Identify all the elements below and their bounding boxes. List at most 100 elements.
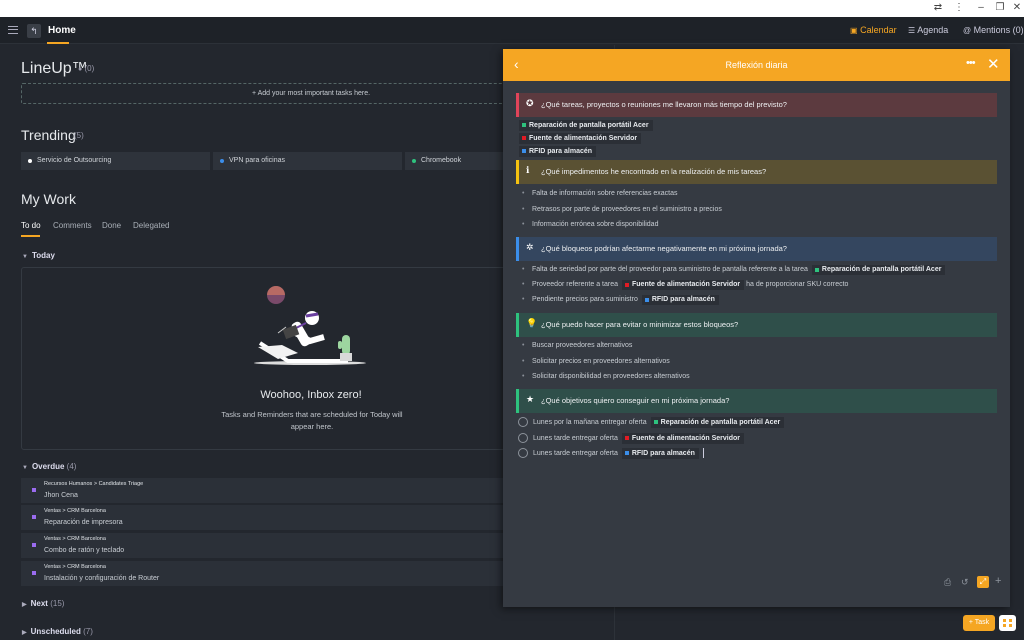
tab-home[interactable]: Home bbox=[48, 25, 76, 36]
task-name: Jhon Cena bbox=[44, 492, 78, 499]
close-window-button[interactable]: ✕ bbox=[1010, 2, 1024, 14]
tag-label: Reparación de pantalla portátil Acer bbox=[529, 122, 649, 129]
info-icon: ℹ bbox=[526, 165, 530, 175]
trending-item[interactable]: Chromebook bbox=[405, 152, 503, 170]
question-text: ¿Qué bloqueos podrían afectarme negativa… bbox=[541, 244, 787, 253]
checkbox-circle[interactable] bbox=[518, 433, 528, 444]
task-name: Combo de ratón y teclado bbox=[44, 547, 125, 554]
trending-item[interactable]: Servicio de Outsourcing bbox=[21, 152, 210, 170]
tab-todo-indicator bbox=[21, 235, 40, 237]
today-section-toggle[interactable]: ▼ Today bbox=[22, 251, 55, 260]
task-tag[interactable]: Reparación de pantalla portátil Acer bbox=[811, 265, 946, 275]
breadcrumb-project: Ventas bbox=[44, 536, 61, 542]
question-accent-bar bbox=[516, 313, 519, 337]
answer-bullet[interactable]: • Proveedor referente a tarea Fuente de al… bbox=[522, 280, 848, 290]
hamburger-menu-icon[interactable] bbox=[8, 26, 18, 34]
info-icon: ● bbox=[78, 66, 83, 73]
top-navbar: ↰ Home ▣ Calendar ☰ Agenda @ Mentions (0… bbox=[0, 17, 1024, 44]
checkbox-circle[interactable] bbox=[518, 417, 528, 428]
gear-icon: ✪ bbox=[526, 98, 534, 108]
goal-text[interactable]: Lunes tarde entregar oferta bbox=[533, 435, 618, 442]
list-icon: ☰ bbox=[908, 26, 916, 35]
question-accent-bar bbox=[516, 160, 519, 184]
restore-button[interactable]: ❐ bbox=[993, 2, 1007, 14]
task-tag[interactable]: Fuente de alimentación Servidor bbox=[622, 280, 745, 290]
task-tag[interactable]: RFID para almacén bbox=[519, 146, 597, 157]
minimize-button[interactable]: – bbox=[974, 2, 988, 14]
today-label: Today bbox=[31, 251, 55, 260]
trending-count: (5) bbox=[74, 131, 84, 140]
color-dot bbox=[412, 159, 416, 163]
task-tag[interactable]: Fuente de alimentación Servidor bbox=[621, 433, 744, 444]
task-tag[interactable]: RFID para almacén bbox=[621, 448, 699, 459]
color-dot bbox=[28, 159, 32, 163]
inbox-zero-subtitle: Tasks and Reminders that are scheduled f… bbox=[221, 410, 403, 431]
unscheduled-section-toggle[interactable]: ▶ Unscheduled (7) bbox=[22, 627, 93, 636]
new-task-button[interactable]: + Task bbox=[963, 615, 995, 631]
agenda-link[interactable]: ☰ Agenda bbox=[908, 25, 948, 35]
expand-icon[interactable]: ⤢ bbox=[977, 576, 989, 588]
goal-text[interactable]: Lunes por la mañana entregar oferta bbox=[533, 419, 647, 426]
history-icon[interactable]: ↺ bbox=[961, 577, 969, 588]
apps-grid-icon[interactable] bbox=[999, 615, 1016, 631]
add-lineup-placeholder: Add your most important tasks here. bbox=[257, 90, 371, 97]
answer-bullet[interactable]: • Información errónea sobre disponibilida… bbox=[522, 220, 658, 230]
answer-bullet[interactable]: • Falta de seriedad por parte del proveed… bbox=[522, 265, 946, 275]
trending-title: Trending bbox=[21, 127, 76, 143]
tag-label: Fuente de alimentación Servidor bbox=[529, 135, 638, 142]
tab-delegated[interactable]: Delegated bbox=[133, 221, 169, 230]
print-icon[interactable]: ⎙ bbox=[944, 577, 951, 588]
lineup-count: ● (0) bbox=[78, 64, 94, 73]
answer-text: Solicitar precios en proveedores alterna… bbox=[532, 358, 670, 365]
mywork-title: My Work bbox=[21, 191, 76, 207]
back-arrow-icon[interactable]: ↰ bbox=[27, 24, 41, 38]
question-text: ¿Qué objetivos quiero conseguir en mi pr… bbox=[541, 396, 730, 405]
caret-down-icon: ▼ bbox=[22, 254, 28, 260]
window-menu-button[interactable]: ⋮ bbox=[952, 2, 966, 14]
answer-bullet[interactable]: • Solicitar disponibilidad en proveedores… bbox=[522, 372, 690, 382]
tab-done[interactable]: Done bbox=[102, 221, 121, 230]
answer-bullet[interactable]: • Falta de información sobre referencias … bbox=[522, 189, 678, 199]
question-text: ¿Qué tareas, proyectos o reuniones me ll… bbox=[541, 100, 787, 109]
breadcrumb-list: Candidates Triage bbox=[98, 481, 144, 487]
caret-right-icon: ▶ bbox=[22, 630, 27, 636]
trending-item-label: VPN para oficinas bbox=[229, 157, 286, 164]
plus-icon[interactable]: + bbox=[995, 575, 1001, 587]
answer-bullet[interactable]: • Buscar proveedores alternativos bbox=[522, 341, 632, 351]
tab-todo[interactable]: To do bbox=[21, 221, 41, 230]
more-options-icon[interactable]: ••• bbox=[966, 57, 976, 69]
tag-color-dot bbox=[522, 123, 526, 127]
goal-text[interactable]: Lunes tarde entregar oferta bbox=[533, 450, 618, 457]
trending-item[interactable]: VPN para oficinas bbox=[213, 152, 402, 170]
overdue-section-toggle[interactable]: ▼ Overdue (4) bbox=[22, 462, 76, 471]
answer-bullet[interactable]: • Solicitar precios en proveedores altern… bbox=[522, 357, 670, 367]
task-tag[interactable]: RFID para almacén bbox=[641, 295, 719, 305]
lightbulb-icon: 💡 bbox=[526, 318, 538, 328]
close-icon[interactable]: ✕ bbox=[987, 55, 1000, 73]
caret-right-icon: ▶ bbox=[22, 602, 27, 608]
task-tag[interactable]: Fuente de alimentación Servidor bbox=[519, 133, 642, 144]
tag-label: Reparación de pantalla portátil Acer bbox=[821, 266, 942, 273]
question-text: ¿Qué impedimentos he encontrado en la re… bbox=[541, 167, 767, 176]
translate-icon[interactable]: ⇄ bbox=[931, 2, 945, 14]
answer-text: Solicitar disponibilidad en proveedores … bbox=[532, 373, 690, 380]
answer-text-after: ha de proporcionar SKU correcto bbox=[746, 281, 849, 288]
task-tag[interactable]: Reparación de pantalla portátil Acer bbox=[519, 120, 653, 131]
next-section-toggle[interactable]: ▶ Next (15) bbox=[22, 599, 64, 608]
task-breadcrumb: Recursos Humanos > Candidates Triage bbox=[44, 481, 144, 487]
task-breadcrumb: Ventas > CRM Barcelona bbox=[44, 536, 106, 542]
relaxing-person-illustration bbox=[254, 286, 366, 365]
calendar-link[interactable]: ▣ Calendar bbox=[850, 25, 897, 35]
plus-icon: + bbox=[251, 90, 257, 97]
tag-color-dot bbox=[653, 420, 658, 424]
task-tag[interactable]: Reparación de pantalla portátil Acer bbox=[650, 417, 785, 428]
answer-bullet[interactable]: • Retrasos por parte de proveedores en el… bbox=[522, 205, 722, 215]
checkbox-circle[interactable] bbox=[518, 448, 528, 459]
answer-bullet[interactable]: • Pendiente precios para suministro RFID p… bbox=[522, 295, 719, 305]
breadcrumb-list: CRM Barcelona bbox=[67, 536, 106, 542]
tab-comments[interactable]: Comments bbox=[53, 221, 92, 230]
tag-color-dot bbox=[522, 149, 526, 153]
question-box: ★ ¿Qué objetivos quiero conseguir en mi … bbox=[516, 389, 997, 413]
mentions-link[interactable]: @ Mentions (0) bbox=[963, 25, 1024, 35]
question-box: ℹ ¿Qué impedimentos he encontrado en la … bbox=[516, 160, 997, 184]
